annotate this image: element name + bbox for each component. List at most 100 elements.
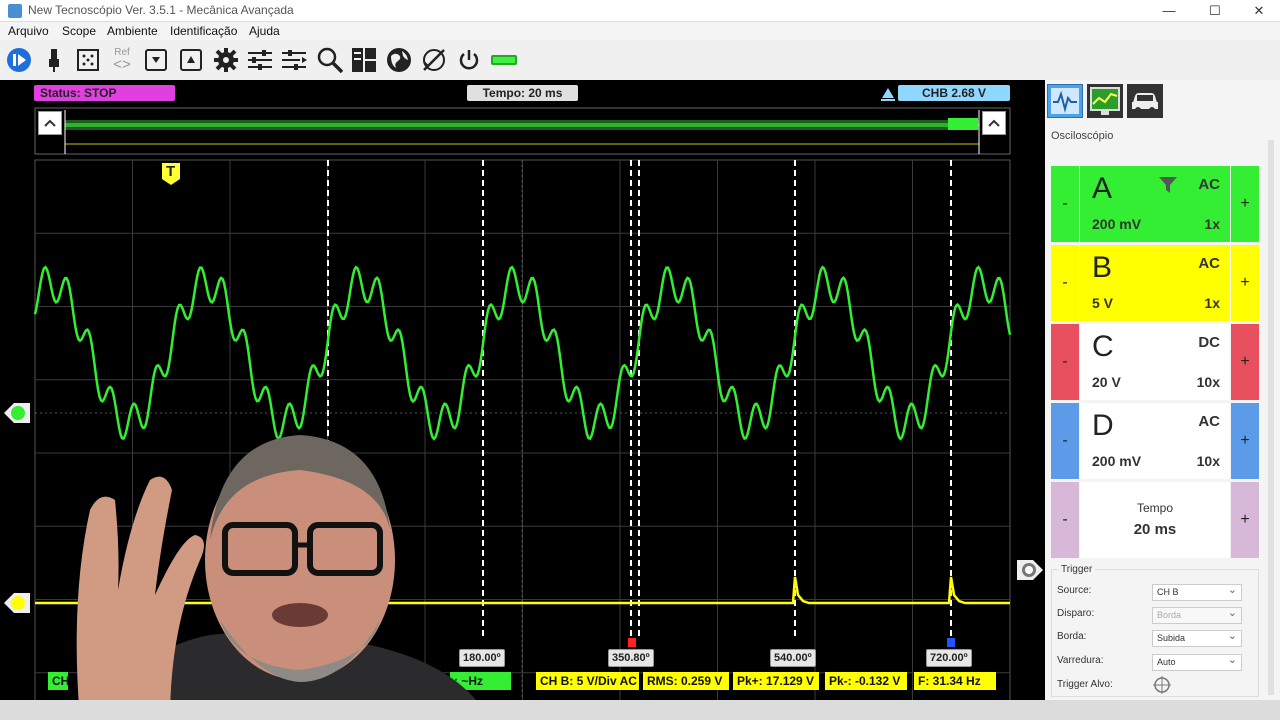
timebase-settings[interactable]: Tempo 20 ms (1080, 482, 1230, 558)
close-button[interactable]: ✕ (1236, 0, 1280, 22)
channel-d-letter: D (1092, 409, 1114, 442)
menu-scope[interactable]: Scope (62, 24, 96, 38)
channel-b-plus-button[interactable]: + (1231, 245, 1259, 321)
trigger-borda-label: Borda: (1057, 631, 1087, 642)
channel-d-plus-button[interactable]: + (1231, 403, 1259, 479)
channel-c-plus-button[interactable]: + (1231, 324, 1259, 400)
waveform-tab-icon[interactable] (1047, 84, 1083, 118)
layout-icon[interactable] (350, 46, 378, 74)
trigger-level-marker[interactable] (1013, 559, 1043, 581)
timebase-plus-button[interactable]: + (1231, 482, 1259, 558)
timebase-card: - Tempo 20 ms + (1051, 482, 1259, 558)
gear-icon[interactable] (212, 46, 240, 74)
adjust-sliders-icon[interactable] (280, 46, 308, 74)
trigger-source-label: Source: (1057, 585, 1092, 596)
menu-ajuda[interactable]: Ajuda (249, 24, 280, 38)
measurement-rms: RMS: 0.259 V (643, 672, 729, 690)
crosshair-target-icon[interactable] (1153, 676, 1171, 694)
filter-icon[interactable] (1158, 176, 1178, 194)
cursor-red-marker[interactable] (628, 638, 636, 647)
channel-b-volts: 5 V (1092, 295, 1114, 311)
ref-arrows-icon[interactable]: Ref <> (108, 46, 136, 74)
globe-icon[interactable] (385, 46, 413, 74)
maximize-button[interactable]: ☐ (1192, 0, 1238, 22)
measurement-ch-b: CH B: 5 V/Div AC (536, 672, 639, 690)
car-tab-icon[interactable] (1127, 84, 1163, 118)
channel-a-volts: 200 mV (1092, 216, 1142, 232)
menu-arquivo[interactable]: Arquivo (8, 24, 49, 38)
window-title: New Tecnoscópio Ver. 3.5.1 - Mecânica Av… (28, 3, 294, 17)
channel-a-coupling: AC (1198, 176, 1220, 193)
trigger-position-marker[interactable]: T (161, 162, 181, 186)
trigger-varredura-label: Varredura: (1057, 655, 1104, 666)
trigger-disparo-select[interactable]: Borda (1152, 606, 1242, 624)
channel-a-minus-button[interactable]: - (1051, 166, 1079, 242)
channel-b-probe: 1x (1204, 295, 1220, 311)
trigger-group-title: Trigger (1058, 564, 1096, 575)
channel-c-letter: C (1092, 330, 1114, 363)
channel-a-card: - A AC 200 mV 1x + (1051, 166, 1259, 242)
trigger-borda-select[interactable]: Subida (1152, 629, 1242, 647)
trigger-disparo-label: Disparo: (1057, 608, 1095, 619)
channel-a-settings[interactable]: A AC 200 mV 1x (1080, 166, 1230, 242)
channel-d-coupling: AC (1198, 413, 1220, 430)
overview-strip (34, 107, 1011, 155)
app-icon (8, 4, 22, 18)
probe-icon[interactable] (40, 46, 68, 74)
status-bar (0, 700, 1280, 720)
trigger-varredura-select[interactable]: Auto (1152, 653, 1242, 671)
channel-c-minus-button[interactable]: - (1051, 324, 1079, 400)
power-icon[interactable] (455, 46, 483, 74)
toolbar: Ref <> (0, 40, 1280, 80)
monitor-tab-icon[interactable] (1087, 84, 1123, 118)
menu-ambiente[interactable]: Ambiente (107, 24, 158, 38)
save-icon[interactable] (142, 46, 170, 74)
menu-bar: Arquivo Scope Ambiente Identificação Aju… (0, 22, 1280, 40)
channel-d-card: - D AC 200 mV 10x + (1051, 403, 1259, 479)
grid-icon[interactable] (74, 46, 102, 74)
panel-section-title: Osciloscópio (1051, 130, 1114, 142)
channel-b-coupling: AC (1198, 255, 1220, 272)
channel-d-probe: 10x (1196, 453, 1220, 469)
chevron-up-icon (44, 119, 56, 127)
channel-a-plus-button[interactable]: + (1231, 166, 1259, 242)
compass-icon[interactable] (420, 46, 448, 74)
presenter-webcam-overlay (76, 435, 490, 720)
timebase-title: Tempo (1136, 501, 1174, 515)
measurement-pk-minus: Pk-: -0.132 V (825, 672, 907, 690)
channel-d-minus-button[interactable]: - (1051, 403, 1079, 479)
channel-c-volts: 20 V (1092, 374, 1121, 390)
trigger-source-select[interactable]: CH B (1152, 583, 1242, 601)
measurement-frequency: F: 31.34 Hz (914, 672, 996, 690)
play-pause-icon[interactable] (5, 46, 33, 74)
battery-icon (490, 46, 520, 74)
channel-b-offset-marker[interactable] (4, 592, 32, 614)
channel-b-minus-button[interactable]: - (1051, 245, 1079, 321)
channel-d-volts: 200 mV (1092, 453, 1142, 469)
panel-scrollbar[interactable] (1268, 140, 1274, 695)
channel-a-letter: A (1092, 172, 1113, 205)
chevron-up-icon (988, 119, 1000, 127)
window-titlebar: New Tecnoscópio Ver. 3.5.1 - Mecânica Av… (0, 0, 1280, 22)
menu-identificacao[interactable]: Identificação (170, 24, 237, 38)
channel-b-card: - B AC 5 V 1x + (1051, 245, 1259, 321)
cursor-label-720: 720.00º (926, 649, 972, 667)
filter-sliders-icon[interactable] (246, 46, 274, 74)
channel-d-settings[interactable]: D AC 200 mV 10x (1080, 403, 1230, 479)
overview-right-button[interactable] (982, 111, 1006, 135)
zoom-icon[interactable] (316, 46, 344, 74)
channel-c-settings[interactable]: C DC 20 V 10x (1080, 324, 1230, 400)
channel-a-offset-marker[interactable] (4, 402, 32, 424)
trigger-alvo-label: Trigger Alvo: (1057, 679, 1113, 690)
load-icon[interactable] (177, 46, 205, 74)
cursor-blue-marker[interactable] (947, 638, 955, 647)
timebase-value: 20 ms (1133, 521, 1177, 538)
minimize-button[interactable]: — (1146, 0, 1192, 22)
cursor-label-540: 540.00º (770, 649, 816, 667)
measurement-pk-plus: Pk+: 17.129 V (733, 672, 819, 690)
cursor-label-350: 350.80º (608, 649, 654, 667)
timebase-minus-button[interactable]: - (1051, 482, 1079, 558)
channel-b-settings[interactable]: B AC 5 V 1x (1080, 245, 1230, 321)
overview-left-button[interactable] (38, 111, 62, 135)
channel-c-coupling: DC (1198, 334, 1220, 351)
